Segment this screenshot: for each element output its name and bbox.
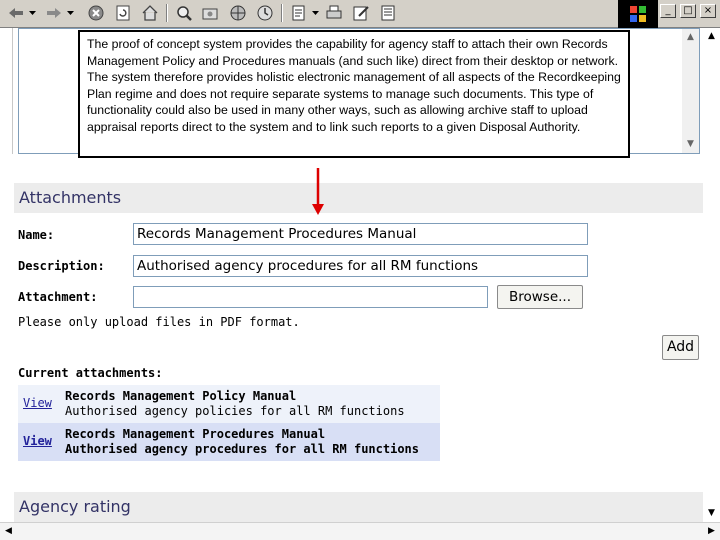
description-label: Description: <box>18 259 105 273</box>
scroll-right-icon[interactable]: ▶ <box>703 523 720 540</box>
page-vertical-scrollbar[interactable]: ▲ ▼ <box>703 28 720 522</box>
current-attachments-label: Current attachments: <box>18 366 163 380</box>
annotation-callout: The proof of concept system provides the… <box>78 30 630 158</box>
search-icon[interactable] <box>174 3 194 23</box>
window-controls: _ □ × <box>660 4 716 18</box>
print-icon[interactable] <box>324 3 344 23</box>
upload-hint: Please only upload files in PDF format. <box>18 315 300 329</box>
home-icon[interactable] <box>140 3 160 23</box>
scroll-left-icon[interactable]: ◀ <box>0 523 17 540</box>
close-button[interactable]: × <box>700 4 716 18</box>
browse-button[interactable]: Browse... <box>497 285 583 309</box>
discuss-icon[interactable] <box>378 3 398 23</box>
browser-toolbar: _ □ × <box>0 0 720 28</box>
mail-icon[interactable] <box>289 3 309 23</box>
content-border <box>12 28 13 154</box>
back-dropdown-icon[interactable] <box>27 3 37 23</box>
scroll-down-icon[interactable]: ▼ <box>703 505 720 522</box>
forward-arrow-icon[interactable] <box>44 3 64 23</box>
scroll-up-icon[interactable]: ▲ <box>703 28 720 45</box>
attachment-title: Records Management Procedures Manual <box>65 427 326 441</box>
attachment-label: Attachment: <box>18 290 98 304</box>
forward-dropdown-icon[interactable] <box>65 3 75 23</box>
history-icon[interactable] <box>255 3 275 23</box>
agency-rating-header: Agency rating <box>14 492 706 522</box>
maximize-button[interactable]: □ <box>680 4 696 18</box>
edit-icon[interactable] <box>351 3 371 23</box>
favorites-icon[interactable] <box>200 3 220 23</box>
attachment-file-input[interactable] <box>133 286 488 308</box>
stop-icon[interactable] <box>86 3 106 23</box>
attachment-row: View Records Management Policy Manual Au… <box>18 385 440 423</box>
refresh-icon[interactable] <box>113 3 133 23</box>
attachment-description: Authorised agency procedures for all RM … <box>65 442 420 456</box>
attachment-title: Records Management Policy Manual <box>65 389 297 403</box>
name-label: Name: <box>18 228 55 242</box>
minimize-button[interactable]: _ <box>660 4 676 18</box>
textarea-scrollbar[interactable]: ▲ ▼ <box>682 29 699 153</box>
annotation-arrow-icon <box>312 168 324 215</box>
attachments-header: Attachments <box>14 183 706 213</box>
view-link[interactable]: View <box>23 396 52 410</box>
media-icon[interactable] <box>228 3 248 23</box>
attachment-description: Authorised agency policies for all RM fu… <box>65 404 405 418</box>
windows-logo-icon <box>618 0 658 28</box>
name-input[interactable]: Records Management Procedures Manual <box>133 223 588 245</box>
page-horizontal-scrollbar[interactable]: ◀ ▶ <box>0 522 720 540</box>
back-arrow-icon[interactable] <box>6 3 26 23</box>
add-button[interactable]: Add <box>662 335 699 360</box>
scroll-up-icon[interactable]: ▲ <box>682 29 699 46</box>
description-input[interactable]: Authorised agency procedures for all RM … <box>133 255 588 277</box>
mail-dropdown-icon[interactable] <box>310 3 320 23</box>
view-link[interactable]: View <box>23 434 52 448</box>
scroll-down-icon[interactable]: ▼ <box>682 136 699 153</box>
attachment-row: View Records Management Procedures Manua… <box>18 423 440 461</box>
